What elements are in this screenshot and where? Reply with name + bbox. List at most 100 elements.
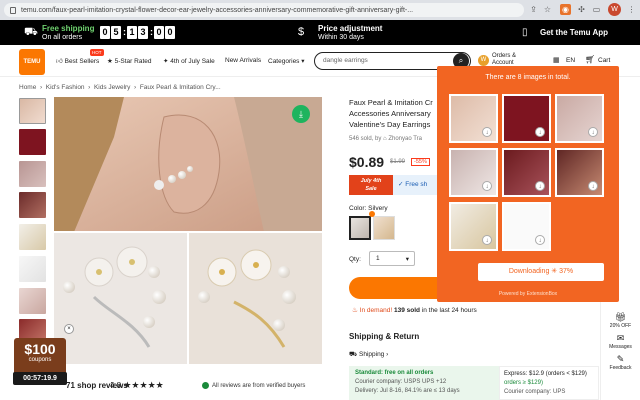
download-icon[interactable]: ↓: [482, 127, 492, 137]
image-downloader-panel: There are 8 images in total. ↓ ↓ ↓ ↓ ↓ ↓…: [437, 66, 619, 302]
countdown-digit: 3: [138, 26, 148, 39]
countdown-digit: 0: [154, 26, 164, 39]
express-courier-values: UPS: [553, 389, 566, 395]
thumbnail-5[interactable]: [19, 224, 46, 250]
price-tag-icon: $: [298, 26, 305, 38]
download-icon[interactable]: ↓: [535, 127, 545, 137]
quantity-select[interactable]: 1 ▾: [369, 251, 415, 266]
download-progress-button[interactable]: Downloading ✳ 37%: [478, 263, 604, 281]
menu-dots-icon[interactable]: ⋮: [626, 4, 637, 15]
breadcrumb-kids-jewelry[interactable]: Kids Jewelry: [94, 84, 130, 91]
nav-july-sale[interactable]: ✦ 4th of July Sale: [163, 57, 215, 65]
qty-text: Qty: [349, 256, 360, 263]
browser-toolbar: temu.com/faux-pearl-imitation-crystal-fl…: [0, 0, 640, 20]
main-product-image[interactable]: ⤓: [54, 97, 322, 364]
countdown-digit: 0: [165, 26, 175, 39]
nav-best-sellers[interactable]: 👍︎ Best Sellers: [56, 57, 99, 65]
rating-value: 4.8: [110, 381, 122, 390]
orders-account[interactable]: Orders & Account: [492, 53, 516, 67]
color-option-gold[interactable]: [373, 216, 395, 240]
download-icon[interactable]: ↓: [482, 235, 492, 245]
breadcrumb-home[interactable]: Home: [19, 84, 36, 91]
extension-image-5[interactable]: ↓: [502, 148, 551, 197]
color-label: Color: Silvery: [349, 205, 388, 212]
rating-summary: 4.8 ★★★★★: [110, 380, 164, 391]
phone-icon: ▯: [522, 27, 528, 38]
cart-label[interactable]: Cart: [598, 57, 610, 64]
close-icon[interactable]: ×: [64, 324, 74, 334]
message-icon[interactable]: ✉: [601, 333, 640, 344]
nav-five-star[interactable]: ★ 5-Star Rated: [107, 57, 152, 65]
feedback-icon[interactable]: ✎: [601, 354, 640, 365]
qty-label: Qty:: [349, 256, 361, 263]
share-icon[interactable]: ⇪: [528, 4, 539, 15]
flag-us-icon[interactable]: ▦: [553, 56, 560, 64]
temu-logo[interactable]: TEMU: [19, 49, 45, 75]
color-option-silvery[interactable]: [349, 216, 371, 240]
extension-image-6[interactable]: ↓: [555, 148, 604, 197]
thumbnail-7[interactable]: [19, 288, 46, 314]
cart-icon[interactable]: 🛒︎: [585, 55, 595, 64]
shipping-link[interactable]: ⛟ Shipping ›: [349, 350, 388, 359]
language-label[interactable]: EN: [566, 57, 575, 64]
download-icon[interactable]: ↓: [482, 181, 492, 191]
get-app-link[interactable]: Get the Temu App: [540, 28, 608, 37]
download-image-icon[interactable]: ⤓: [292, 105, 310, 123]
demand-notice: ♨ In demand! 139 sold in the last 24 hou…: [352, 306, 477, 314]
extension-image-2[interactable]: ↓: [502, 94, 551, 143]
download-icon[interactable]: ↓: [535, 235, 545, 245]
url-text: temu.com/faux-pearl-imitation-crystal-fl…: [21, 6, 414, 14]
verified-text: All reviews are from verified buyers: [212, 383, 306, 390]
thumbnail-6[interactable]: [19, 256, 46, 282]
address-bar[interactable]: temu.com/faux-pearl-imitation-crystal-fl…: [4, 3, 524, 17]
download-icon[interactable]: ↓: [588, 181, 598, 191]
seller-link[interactable]: Zhonyao Tra: [388, 136, 422, 142]
express-courier-label: Courier company:: [504, 389, 552, 395]
extension-image-8[interactable]: ↓: [502, 202, 551, 251]
thumbnail-1[interactable]: [19, 98, 46, 124]
express-shipping-box: Express: $12.9 (orders < $129) orders ≥ …: [499, 366, 599, 400]
promo-bar: ⛟ Free shipping On all orders 05:13:00 $…: [0, 20, 640, 45]
add-to-cart-button[interactable]: [349, 277, 437, 299]
side-feedback: Feedback: [609, 365, 632, 371]
side-discount: 20% OFF: [609, 323, 632, 329]
download-icon[interactable]: ↓: [535, 181, 545, 191]
breadcrumb-kids-fashion[interactable]: Kid's Fashion: [46, 84, 85, 91]
spinner-icon: ✳: [551, 268, 558, 275]
account-avatar[interactable]: W: [478, 55, 489, 66]
courier-label: Courier company:: [355, 379, 403, 385]
bookmark-star-icon[interactable]: ☆: [542, 4, 553, 15]
coupon-gift-icon[interactable]: 🎁︎: [601, 312, 640, 323]
download-icon[interactable]: ↓: [588, 127, 598, 137]
title-line: Faux Pearl & Imitation Cr: [349, 98, 433, 107]
side-messages: Messages: [609, 344, 632, 350]
profile-avatar[interactable]: W: [608, 3, 621, 16]
qty-value: 1: [376, 255, 380, 262]
nav-new-arrivals[interactable]: New Arrivals: [225, 57, 261, 64]
nav-label: 4th of July Sale: [170, 58, 215, 65]
puzzle-icon[interactable]: ✣: [576, 4, 587, 15]
free-ship-text: Free sh: [405, 181, 428, 188]
thumbnail-3[interactable]: [19, 161, 46, 187]
express-threshold: orders ≥ $129): [504, 380, 543, 386]
thumbnail-2[interactable]: [19, 129, 46, 155]
delivery-estimate: Delivery: Jul 8-16, 84.1% are ≤ 13 days: [355, 388, 460, 394]
extension-icon[interactable]: ◉: [560, 4, 571, 15]
extension-image-1[interactable]: ↓: [449, 94, 498, 143]
truck-icon: ⛟: [349, 351, 358, 358]
star-icon: ★: [107, 58, 113, 65]
extension-image-3[interactable]: ↓: [555, 94, 604, 143]
breadcrumb-current: Faux Pearl & Imitation Cry...: [139, 84, 221, 91]
thumbnail-4[interactable]: [19, 192, 46, 218]
extension-image-7[interactable]: ↓: [449, 202, 498, 251]
sale-badge-line: July 4th: [360, 178, 382, 184]
download-progress: 37%: [559, 268, 574, 275]
extension-image-4[interactable]: ↓: [449, 148, 498, 197]
price-adjust-sub: Within 30 days: [318, 34, 364, 41]
price-adjust-title: Price adjustment: [318, 24, 383, 33]
sidebar-icon[interactable]: ▭: [591, 4, 602, 15]
review-count: 71: [66, 381, 75, 390]
flag-icon: ✦: [163, 58, 169, 65]
chevron-down-icon: ▾: [301, 58, 305, 65]
nav-categories[interactable]: Categories ▾: [268, 57, 305, 65]
